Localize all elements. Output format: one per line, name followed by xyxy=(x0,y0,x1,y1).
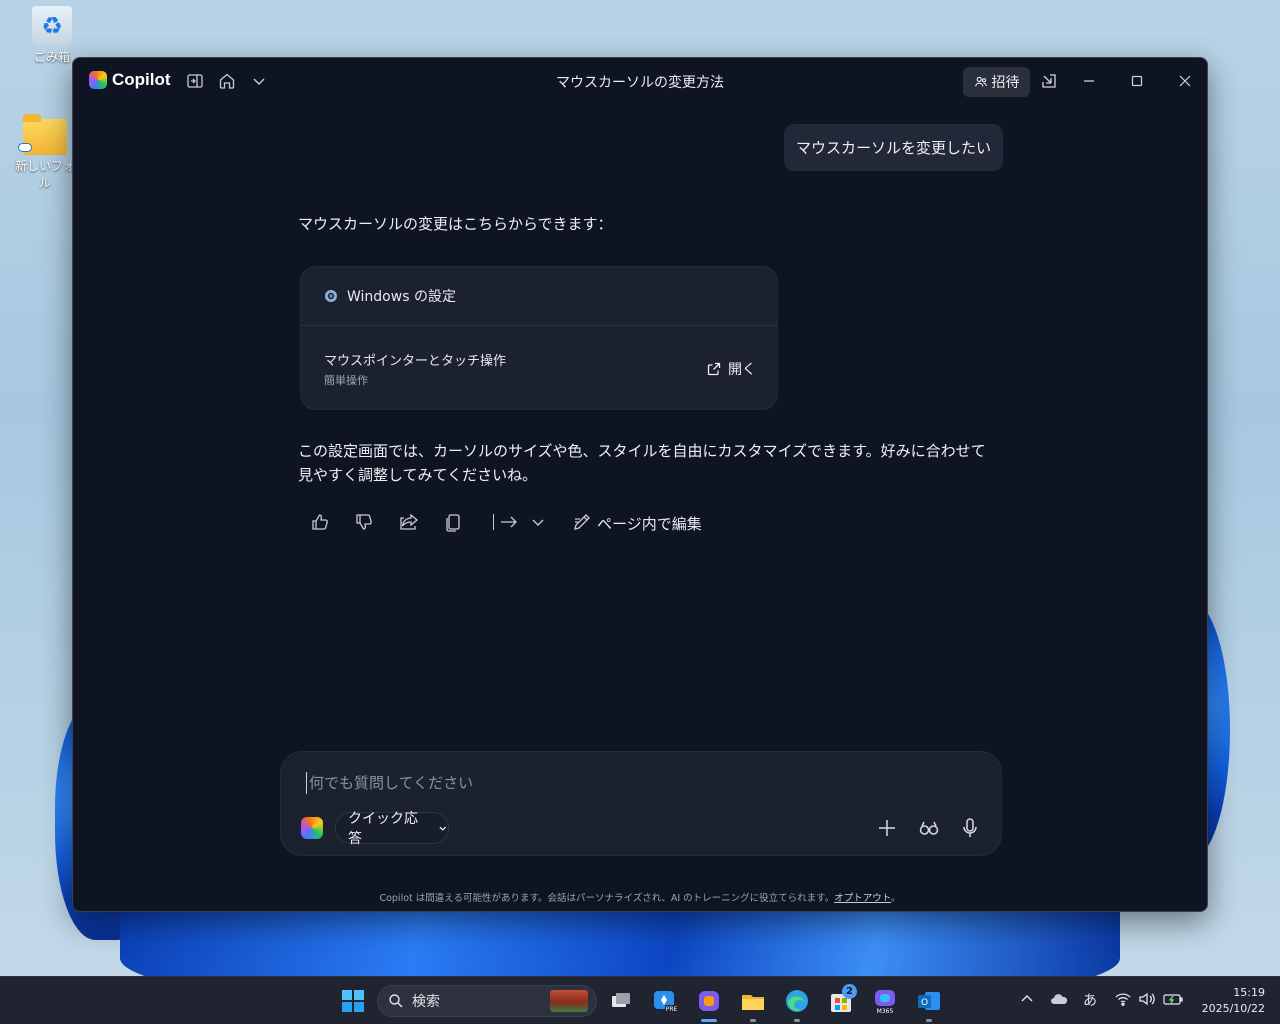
settings-item-title: マウスポインターとタッチ操作 xyxy=(324,354,507,369)
share-icon[interactable] xyxy=(398,511,420,533)
volume-icon[interactable] xyxy=(1138,991,1156,1011)
copilot-taskbar-icon[interactable] xyxy=(695,987,723,1015)
taskbar: 検索 PRE 2 M365 O あ 15:19 2025/10/22 xyxy=(0,976,1280,1024)
external-link-icon xyxy=(707,362,721,376)
system-clock[interactable]: 15:19 2025/10/22 xyxy=(1195,985,1265,1017)
search-highlight-image xyxy=(550,990,588,1012)
outlook-icon[interactable]: O xyxy=(915,987,943,1015)
copilot-logo-icon xyxy=(301,817,323,839)
card-header: Windows の設定 xyxy=(301,267,777,326)
gear-icon xyxy=(325,290,337,302)
settings-link-card: Windows の設定 マウスポインターとタッチ操作 簡単操作 開く xyxy=(300,266,778,410)
chevron-up-icon[interactable] xyxy=(1019,991,1035,1011)
desktop-icon-new-folder[interactable]: 新しいフォル xyxy=(10,114,80,191)
running-indicator xyxy=(750,1019,756,1022)
open-settings-button[interactable]: 開く xyxy=(706,359,756,379)
optout-link[interactable]: オプトアウト xyxy=(834,893,891,904)
search-icon xyxy=(389,994,403,1008)
edit-pen-icon[interactable] xyxy=(571,511,593,533)
ai-response-followup: この設定画面では、カーソルのサイズや色、スタイルを自由にカスタマイズできます。好… xyxy=(298,442,986,484)
file-explorer-icon[interactable] xyxy=(739,987,767,1015)
maximize-icon[interactable] xyxy=(1127,71,1147,91)
minimize-icon[interactable] xyxy=(1079,71,1099,91)
svg-text:M365: M365 xyxy=(877,1008,894,1015)
open-label: 開く xyxy=(728,362,756,378)
divider xyxy=(493,514,494,530)
svg-text:O: O xyxy=(921,998,928,1008)
m365-copilot-icon[interactable]: M365 xyxy=(871,987,899,1015)
popout-icon[interactable] xyxy=(1039,71,1059,91)
mode-dropdown[interactable]: クイック応答 xyxy=(335,811,449,847)
onedrive-cloud-icon[interactable] xyxy=(1050,991,1068,1011)
edit-in-page-button[interactable]: ページ内で編集 xyxy=(597,513,702,534)
invite-button[interactable]: 招待 xyxy=(963,67,1030,97)
ai-response-intro: マウスカーソルの変更はこちらからできます： xyxy=(298,215,613,233)
title-bar[interactable]: Copilot マウスカーソルの変更方法 招待 xyxy=(73,58,1207,104)
clock-time: 15:19 xyxy=(1233,986,1265,999)
user-message-text: マウスカーソルを変更したい xyxy=(796,139,992,157)
running-indicator xyxy=(794,1019,800,1022)
thumbs-down-icon[interactable] xyxy=(353,511,375,533)
desktop-icon-recycle-bin[interactable]: ごみ箱 xyxy=(17,6,87,65)
composer: クイック応答 xyxy=(280,751,1002,856)
powertoys-preview-icon[interactable]: PRE xyxy=(651,987,679,1015)
desktop-icon-label: 新しいフォル xyxy=(14,159,75,190)
search-label: 検索 xyxy=(412,994,440,1010)
taskbar-search[interactable]: 検索 xyxy=(377,985,597,1017)
copy-icon[interactable] xyxy=(442,511,464,533)
close-icon[interactable] xyxy=(1175,71,1195,91)
svg-text:PRE: PRE xyxy=(666,1006,678,1013)
window-title: マウスカーソルの変更方法 xyxy=(556,75,724,91)
disclaimer-text: Copilot は間違える可能性があります。会話はパーソナライズされ、AI のト… xyxy=(379,893,835,904)
recycle-bin-icon xyxy=(32,6,72,46)
microphone-icon[interactable] xyxy=(958,816,982,840)
user-message-bubble: マウスカーソルを変更したい xyxy=(784,124,1004,171)
settings-item-subtitle: 簡単操作 xyxy=(324,374,368,387)
export-arrow-icon[interactable] xyxy=(498,511,520,533)
task-view-icon[interactable] xyxy=(607,987,635,1015)
people-icon xyxy=(974,76,987,87)
notification-badge: 2 xyxy=(842,984,857,999)
copilot-window: Copilot マウスカーソルの変更方法 招待 マウスカーソルを変更したい マウ… xyxy=(72,57,1208,912)
running-indicator xyxy=(926,1019,932,1022)
disclaimer-end: 。 xyxy=(891,893,901,904)
battery-charging-icon[interactable] xyxy=(1162,991,1184,1011)
windows-start-icon[interactable] xyxy=(339,987,367,1015)
chevron-down-icon xyxy=(438,826,446,831)
active-indicator xyxy=(701,1019,717,1022)
card-header-text: Windows の設定 xyxy=(347,289,456,305)
ime-indicator[interactable]: あ xyxy=(1083,990,1097,1010)
mode-label: クイック応答 xyxy=(348,811,418,847)
edge-browser-icon[interactable] xyxy=(783,987,811,1015)
invite-label: 招待 xyxy=(991,75,1020,91)
cloud-sync-icon xyxy=(18,143,32,152)
chat-input[interactable] xyxy=(306,772,966,794)
chevron-down-icon[interactable] xyxy=(527,511,549,533)
plus-icon[interactable] xyxy=(875,816,899,840)
thumbs-up-icon[interactable] xyxy=(309,511,331,533)
clock-date: 2025/10/22 xyxy=(1201,1002,1265,1015)
glasses-icon[interactable] xyxy=(917,816,941,840)
settings-item[interactable]: マウスポインターとタッチ操作 簡単操作 開く xyxy=(301,326,777,410)
wifi-icon[interactable] xyxy=(1114,991,1132,1011)
disclaimer-footer: Copilot は間違える可能性があります。会話はパーソナライズされ、AI のト… xyxy=(73,890,1207,904)
